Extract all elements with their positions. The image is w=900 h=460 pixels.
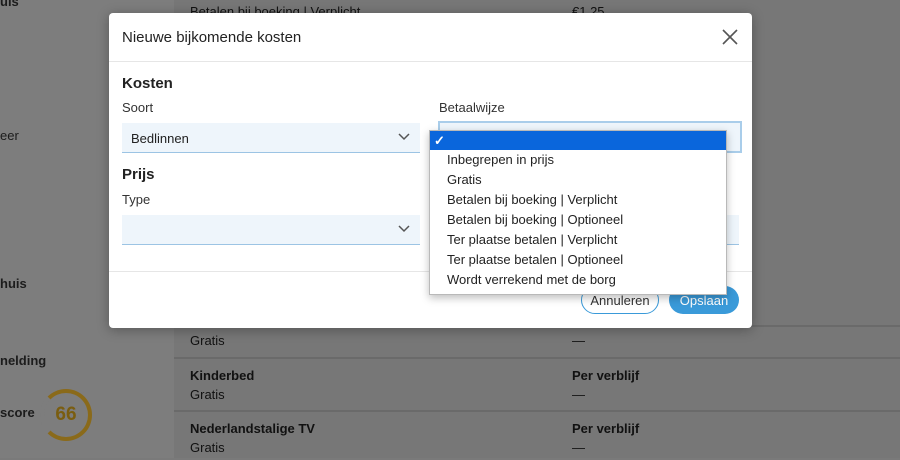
sidebar-label: uis bbox=[0, 0, 19, 9]
row-value: — bbox=[572, 440, 585, 455]
sidebar-label: score bbox=[0, 405, 35, 420]
row-value: — bbox=[572, 387, 585, 402]
modal-title: Nieuwe bijkomende kosten bbox=[122, 29, 302, 46]
section-title-prijs: Prijs bbox=[122, 166, 155, 183]
row-name: Kinderbed bbox=[190, 368, 255, 383]
dropdown-option[interactable]: Betalen bij boeking | Verplicht bbox=[430, 190, 726, 210]
dropdown-option[interactable]: Ter plaatse betalen | Verplicht bbox=[430, 230, 726, 250]
dropdown-option[interactable]: Gratis bbox=[430, 170, 726, 190]
close-icon[interactable] bbox=[721, 28, 739, 46]
row-value: — bbox=[572, 333, 585, 348]
chevron-down-icon bbox=[398, 225, 410, 233]
sidebar-label: eer bbox=[0, 128, 19, 143]
chevron-down-icon bbox=[398, 133, 410, 141]
table-row: Kinderbed Gratis Per verblijf — bbox=[174, 357, 900, 411]
sidebar-label: nelding bbox=[0, 353, 47, 368]
row-name: Nederlandstalige TV bbox=[190, 421, 315, 436]
row-price: Gratis bbox=[190, 387, 225, 402]
table-row: Nederlandstalige TV Gratis Per verblijf … bbox=[174, 410, 900, 460]
soort-select-value: Bedlinnen bbox=[131, 131, 189, 146]
dropdown-option[interactable]: Inbegrepen in prijs bbox=[430, 150, 726, 170]
row-price: Gratis bbox=[190, 440, 225, 455]
soort-label: Soort bbox=[122, 100, 154, 115]
soort-select[interactable]: Bedlinnen bbox=[122, 123, 420, 153]
modal-header: Nieuwe bijkomende kosten bbox=[109, 13, 752, 62]
type-select[interactable] bbox=[122, 215, 420, 245]
dropdown-option[interactable]: Betalen bij boeking | Optioneel bbox=[430, 210, 726, 230]
row-price: Gratis bbox=[190, 333, 225, 348]
table-row: Gratis — bbox=[174, 325, 900, 357]
dropdown-option[interactable]: Wordt verrekend met de borg bbox=[430, 270, 726, 290]
betaalwijze-dropdown-list: ✓ Inbegrepen in prijs Gratis Betalen bij… bbox=[429, 130, 727, 295]
sidebar-label: huis bbox=[0, 276, 27, 291]
section-title-kosten: Kosten bbox=[122, 75, 173, 92]
betaalwijze-label: Betaalwijze bbox=[439, 100, 505, 115]
dropdown-option-empty[interactable]: ✓ bbox=[430, 131, 726, 150]
dropdown-option[interactable]: Ter plaatse betalen | Optioneel bbox=[430, 250, 726, 270]
type-label: Type bbox=[122, 192, 151, 207]
score-value: 66 bbox=[55, 404, 77, 425]
row-type: Per verblijf bbox=[572, 421, 640, 436]
row-type: Per verblijf bbox=[572, 368, 640, 383]
